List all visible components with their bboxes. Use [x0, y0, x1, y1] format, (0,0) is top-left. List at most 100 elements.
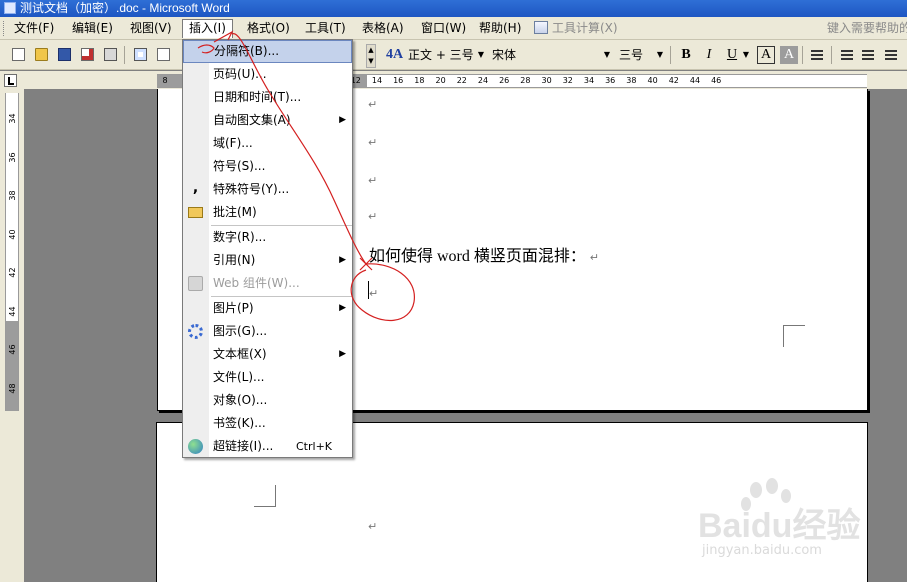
title-bar: 测试文档（加密）.doc - Microsoft Word — [0, 0, 907, 17]
style-dropdown[interactable]: 正文 + 三号 — [408, 46, 474, 64]
symbol-label: 符号(S)... — [213, 159, 266, 173]
save-button[interactable] — [56, 46, 73, 63]
ruler-tick-label: 30 — [541, 76, 552, 85]
menu-tool-calc[interactable]: 工具计算(X) — [528, 19, 624, 38]
char-shading-button[interactable]: A — [780, 46, 798, 64]
underline-button[interactable]: U — [723, 46, 741, 64]
insert-comment[interactable]: 批注(M) — [183, 201, 352, 224]
insert-reference[interactable]: 引用(N) ▶ — [183, 249, 352, 272]
print-preview-button[interactable] — [132, 46, 149, 63]
web-component-label: Web 组件(W)... — [213, 276, 300, 290]
comment-label: 批注(M) — [213, 205, 257, 219]
hyperlink-shortcut: Ctrl+K — [296, 440, 333, 453]
window-title: 测试文档（加密）.doc - Microsoft Word — [20, 1, 230, 15]
vruler-tick-label: 36 — [8, 151, 17, 163]
insert-diagram[interactable]: 图示(G)... — [183, 320, 352, 343]
style-dropdown-arrow[interactable]: ▼ — [476, 46, 486, 64]
print-button[interactable] — [102, 46, 119, 63]
paragraph-mark: ↵ — [369, 287, 379, 300]
spellcheck-icon — [157, 48, 170, 61]
ruler-tick-label: 38 — [626, 76, 637, 85]
menu-format[interactable]: 格式(O) — [241, 19, 296, 38]
menu-file[interactable]: 文件(F) — [8, 19, 60, 38]
paragraph-mark: ↵ — [368, 210, 378, 223]
size-dropdown[interactable]: 三号 — [619, 46, 643, 64]
insert-hyperlink[interactable]: 超链接(I)... Ctrl+K — [183, 435, 352, 458]
ruler-tick-label: 46 — [711, 76, 722, 85]
bold-button[interactable]: B — [677, 46, 695, 64]
insert-break[interactable]: 分隔符(B)... — [183, 40, 352, 63]
bullets-icon[interactable] — [862, 50, 874, 60]
insert-special-symbol[interactable]: , 特殊符号(Y)... — [183, 178, 352, 201]
menu-insert[interactable]: 插入(I) — [182, 19, 233, 38]
size-dropdown-arrow[interactable]: ▼ — [655, 46, 665, 64]
insert-object[interactable]: 对象(O)... — [183, 389, 352, 412]
file-label: 文件(L)... — [213, 370, 265, 384]
menu-table[interactable]: 表格(A) — [356, 19, 410, 38]
ruler-tick-label: 32 — [562, 76, 573, 85]
ruler-tick-label: 44 — [689, 76, 701, 85]
document-text-line[interactable]: 如何使得 word 横竖页面混排： ↵ — [369, 242, 599, 266]
insert-file[interactable]: 文件(L)... — [183, 366, 352, 389]
submenu-arrow-icon: ▶ — [339, 349, 346, 359]
ruler-tick-label: 24 — [477, 76, 489, 85]
styles-pane-icon[interactable]: 4A — [386, 46, 404, 64]
paragraph-mark: ↵ — [368, 136, 378, 149]
font-dropdown-arrow[interactable]: ▼ — [602, 46, 612, 64]
submenu-arrow-icon: ▶ — [339, 303, 346, 313]
insert-symbol[interactable]: 符号(S)... — [183, 155, 352, 178]
reference-label: 引用(N) — [213, 253, 256, 267]
menu-help[interactable]: 帮助(H) — [473, 19, 527, 38]
menu-tools[interactable]: 工具(T) — [299, 19, 352, 38]
ruler-tick-label: 26 — [499, 76, 510, 85]
italic-button[interactable]: I — [700, 46, 718, 64]
insert-textbox[interactable]: 文本框(X) ▶ — [183, 343, 352, 366]
insert-number[interactable]: 数字(R)... — [183, 226, 352, 249]
word-app-icon[interactable] — [4, 2, 16, 14]
bookmark-label: 书签(K)... — [213, 416, 266, 430]
spellcheck-button[interactable] — [155, 46, 172, 63]
ruler-tick-label: 8 — [162, 76, 168, 85]
ruler-tick-label: 18 — [414, 76, 425, 85]
ruler-tick-label: 22 — [456, 76, 467, 85]
paragraph-mark: ↵ — [368, 174, 378, 187]
insert-page-numbers[interactable]: 页码(U)... — [183, 63, 352, 86]
vruler-margin-area — [6, 321, 18, 411]
open-button[interactable] — [33, 46, 50, 63]
paragraph-mark: ↵ — [368, 98, 378, 111]
vertical-ruler[interactable]: 34 36 38 40 42 44 46 48 — [5, 93, 19, 411]
menubar-grip[interactable] — [3, 21, 6, 36]
justify-align-icon[interactable] — [811, 50, 823, 60]
watermark-logo: Baidu经验 — [698, 507, 861, 545]
date-time-label: 日期和时间(T)... — [213, 90, 302, 104]
vruler-tick-label: 46 — [8, 344, 17, 355]
underline-dropdown-arrow[interactable]: ▼ — [741, 46, 751, 64]
toolbar-separator — [670, 46, 671, 64]
ruler-tick-label: 42 — [668, 76, 679, 85]
numbering-icon[interactable] — [841, 50, 853, 60]
menu-window[interactable]: 窗口(W) — [415, 19, 472, 38]
vruler-tick-label: 48 — [8, 382, 17, 394]
tab-selector-button[interactable] — [4, 74, 17, 87]
vruler-tick-label: 34 — [8, 113, 17, 124]
menu-bar: 文件(F) 编辑(E) 视图(V) 插入(I) 格式(O) 工具(T) 表格(A… — [0, 17, 907, 40]
insert-autotext[interactable]: 自动图文集(A) ▶ — [183, 109, 352, 132]
formatting-toolbar: ▲ ▼ 4A 正文 + 三号 ▼ 宋体 ▼ 三号 ▼ B I U ▼ A A — [0, 40, 907, 70]
crop-mark — [254, 485, 276, 507]
permission-button[interactable] — [79, 46, 96, 63]
insert-field[interactable]: 域(F)... — [183, 132, 352, 155]
ruler-tick-label: 36 — [605, 76, 616, 85]
vruler-tick-label: 38 — [8, 190, 17, 201]
help-question-box[interactable]: 键入需要帮助的 — [827, 19, 907, 38]
menu-view[interactable]: 视图(V) — [124, 19, 178, 38]
menu-edit[interactable]: 编辑(E) — [66, 19, 119, 38]
insert-picture[interactable]: 图片(P) ▶ — [183, 297, 352, 320]
insert-bookmark[interactable]: 书签(K)... — [183, 412, 352, 435]
insert-date-time[interactable]: 日期和时间(T)... — [183, 86, 352, 109]
special-symbol-label: 特殊符号(Y)... — [213, 182, 290, 196]
new-doc-button[interactable] — [10, 46, 27, 63]
decrease-indent-icon[interactable] — [885, 50, 897, 60]
char-border-button[interactable]: A — [757, 46, 775, 64]
font-dropdown[interactable]: 宋体 — [492, 46, 516, 64]
toolbar-overflow-chevron[interactable]: ▲ ▼ — [366, 44, 376, 68]
